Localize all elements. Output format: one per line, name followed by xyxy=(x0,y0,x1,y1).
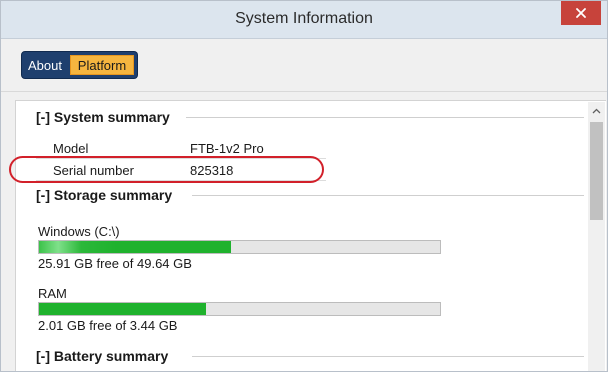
scroll-up-button[interactable] xyxy=(588,102,605,119)
model-label: Model xyxy=(53,141,89,156)
window-title: System Information xyxy=(235,10,373,27)
system-summary-divider xyxy=(186,117,584,118)
scroll-thumb[interactable] xyxy=(590,122,603,220)
serial-number-highlight xyxy=(9,156,324,183)
content-area: [-] System summary Model FTB-1v2 Pro Ser… xyxy=(1,92,607,371)
system-summary-header[interactable]: [-] System summary xyxy=(36,108,170,126)
windows-drive-usage-fill xyxy=(39,241,231,253)
ram-usage-bar xyxy=(38,302,441,316)
tab-about[interactable]: About xyxy=(21,51,69,79)
battery-summary-divider xyxy=(192,356,584,357)
info-panel: [-] System summary Model FTB-1v2 Pro Ser… xyxy=(15,100,606,371)
close-button[interactable] xyxy=(561,1,601,25)
windows-drive-usage-bar xyxy=(38,240,441,254)
ram-usage-fill xyxy=(39,303,206,315)
close-icon xyxy=(576,8,586,18)
tab-about-label: About xyxy=(28,57,62,73)
ram-label: RAM xyxy=(38,286,67,301)
battery-summary-title: [-] Battery summary xyxy=(36,348,169,364)
tab-toolbar: About Platform xyxy=(1,39,607,92)
windows-drive-usage-text: 25.91 GB free of 49.64 GB xyxy=(38,256,192,271)
tab-platform-selected: Platform xyxy=(70,55,134,75)
storage-summary-header[interactable]: [-] Storage summary xyxy=(36,186,172,204)
storage-summary-title: [-] Storage summary xyxy=(36,187,173,203)
windows-drive-label: Windows (C:\) xyxy=(38,224,120,239)
title-bar: System Information xyxy=(1,1,607,39)
battery-summary-header[interactable]: [-] Battery summary xyxy=(36,347,168,365)
model-value: FTB-1v2 Pro xyxy=(190,141,264,156)
system-summary-title: [-] System summary xyxy=(36,109,170,125)
tab-platform-label: Platform xyxy=(77,57,127,73)
system-information-window: System Information About Platform [-] Sy… xyxy=(0,0,608,372)
storage-summary-divider xyxy=(192,195,584,196)
chevron-up-icon xyxy=(592,108,601,113)
ram-usage-text: 2.01 GB free of 3.44 GB xyxy=(38,318,178,333)
vertical-scrollbar[interactable] xyxy=(588,102,605,371)
tab-platform[interactable]: Platform xyxy=(67,51,138,79)
